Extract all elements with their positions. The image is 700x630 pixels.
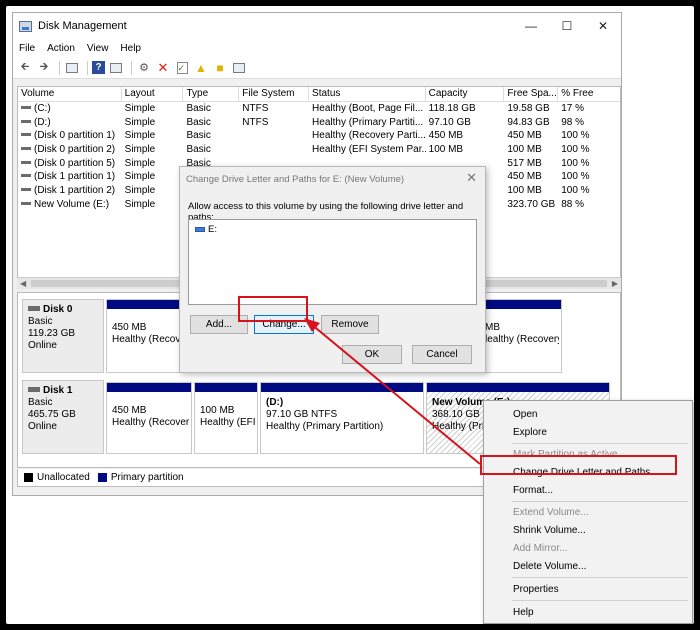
screenshot-canvas: Disk Management — ☐ ✕ File Action View H… [6, 6, 694, 624]
annotation-arrow [304, 318, 481, 465]
